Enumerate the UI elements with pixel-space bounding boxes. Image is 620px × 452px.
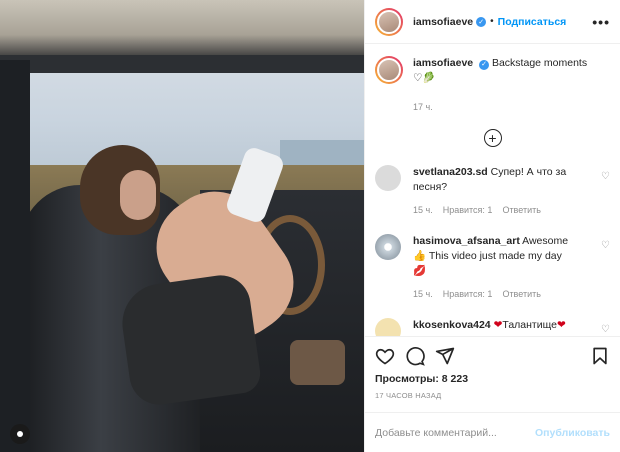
comment-username[interactable]: kkosenkova424	[413, 319, 491, 331]
comment-username[interactable]: svetlana203.sd	[413, 166, 488, 178]
comment-item: kkosenkova424 ❤Талантище❤ ♡	[375, 318, 610, 336]
comment-item: hasimova_afsana_art Awesome 👍 This video…	[375, 234, 610, 302]
caption-username[interactable]: iamsofiaeve	[413, 57, 473, 69]
verified-badge-icon: ✓	[479, 59, 490, 70]
lips-emoji: 💋	[413, 265, 427, 277]
action-icons	[375, 345, 610, 367]
more-options-icon[interactable]: •••	[592, 14, 610, 30]
share-icon[interactable]	[435, 346, 455, 366]
post-actions: Просмотры: 8 223 17 ЧАСОВ НАЗАД	[365, 336, 620, 400]
comment-reply-button[interactable]: Ответить	[502, 287, 540, 302]
heart-emoji: ❤	[556, 319, 566, 331]
comment-body: kkosenkova424 ❤Талантище❤	[413, 318, 583, 336]
caption-body: iamsofiaeve ✓ Backstage moments ♡🥬 17 ч.	[413, 56, 587, 115]
comments-list[interactable]: iamsofiaeve ✓ Backstage moments ♡🥬 17 ч.…	[365, 44, 620, 336]
comment-text-continued: This video just made my day	[428, 250, 562, 262]
comment-like-heart-icon[interactable]: ♡	[601, 324, 610, 335]
header-separator: •	[490, 16, 494, 27]
instagram-post: iamsofiaeve ✓ • Подписаться ••• iamsofia…	[0, 0, 620, 452]
comment-likes[interactable]: Нравится: 1	[443, 203, 493, 218]
post-header: iamsofiaeve ✓ • Подписаться •••	[365, 0, 620, 44]
car-roof	[0, 0, 364, 58]
heart-icon[interactable]	[375, 346, 395, 366]
publish-button[interactable]: Опубликовать	[535, 427, 610, 439]
comment-reply-button[interactable]: Ответить	[502, 203, 540, 218]
boot-on-floor	[290, 340, 345, 385]
header-username[interactable]: iamsofiaeve	[413, 16, 473, 28]
caption-emoji: ♡🥬	[413, 72, 436, 84]
comment-text: Awesome	[522, 235, 569, 247]
post-side-panel: iamsofiaeve ✓ • Подписаться ••• iamsofia…	[364, 0, 620, 452]
caption-time[interactable]: 17 ч.	[413, 100, 587, 115]
thumbs-up-emoji: 👍	[413, 250, 427, 262]
comment-input[interactable]	[375, 426, 536, 439]
avatar[interactable]	[375, 7, 403, 36]
post-timestamp[interactable]: 17 ЧАСОВ НАЗАД	[375, 391, 610, 400]
leather-jacket	[117, 271, 263, 409]
verified-badge-icon: ✓	[476, 16, 487, 27]
woman-face	[120, 170, 156, 220]
caption-text: Backstage moments	[491, 57, 588, 69]
comment-meta: 15 ч. Нравится: 1 Ответить	[413, 203, 583, 218]
comment-body: svetlana203.sd Супер! А что за песня? 15…	[413, 165, 583, 218]
comment-likes[interactable]: Нравится: 1	[443, 287, 493, 302]
comment-text: Талантище	[502, 319, 557, 331]
load-more-comments[interactable]: +	[375, 129, 610, 147]
views-count[interactable]: Просмотры: 8 223	[375, 373, 610, 385]
bookmark-icon[interactable]	[590, 346, 610, 366]
avatar[interactable]	[375, 234, 401, 260]
comment-username[interactable]: hasimova_afsana_art	[413, 235, 520, 247]
car-pillar	[0, 60, 30, 452]
plus-circle-icon[interactable]: +	[483, 129, 502, 147]
comment-time[interactable]: 15 ч.	[413, 287, 433, 302]
tagged-users-icon[interactable]	[10, 424, 30, 444]
add-comment-bar: Опубликовать	[365, 412, 620, 452]
avatar[interactable]	[375, 318, 401, 336]
avatar[interactable]	[375, 165, 401, 191]
post-video[interactable]	[0, 0, 364, 452]
comment-icon[interactable]	[405, 346, 425, 366]
comment-like-heart-icon[interactable]: ♡	[601, 240, 610, 251]
comment-meta: 15 ч. Нравится: 1 Ответить	[413, 287, 583, 302]
follow-button[interactable]: Подписаться	[498, 16, 567, 28]
caption: iamsofiaeve ✓ Backstage moments ♡🥬 17 ч.	[375, 56, 610, 115]
comment-time[interactable]: 15 ч.	[413, 203, 433, 218]
caption-avatar[interactable]	[375, 56, 403, 84]
comment-body: hasimova_afsana_art Awesome 👍 This video…	[413, 234, 583, 302]
comment-item: svetlana203.sd Супер! А что за песня? 15…	[375, 165, 610, 218]
car-window-frame	[0, 55, 364, 73]
comment-like-heart-icon[interactable]: ♡	[601, 171, 610, 182]
